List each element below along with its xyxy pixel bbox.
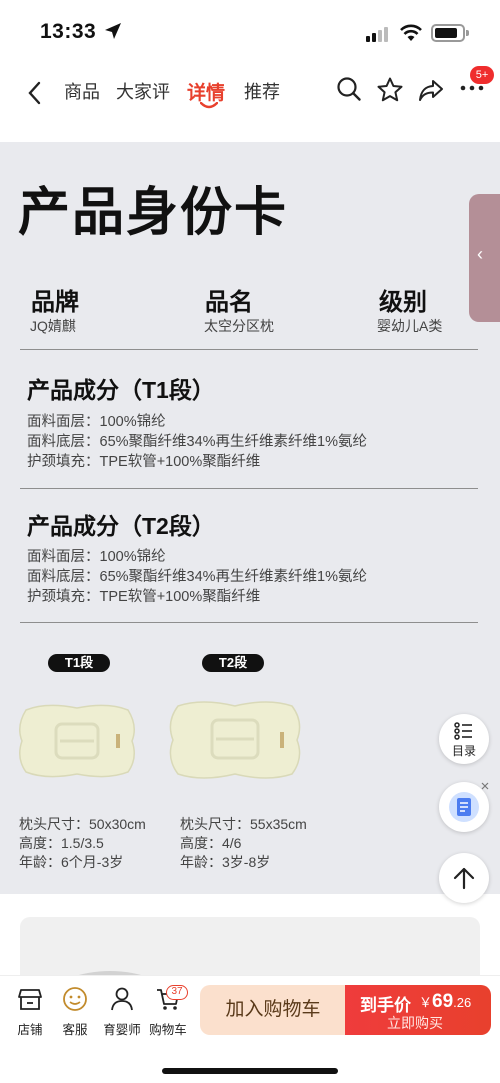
store-icon	[18, 989, 42, 1010]
cart-label: 购物车	[149, 1023, 187, 1037]
buy-now-label: 立即购买	[387, 1015, 443, 1031]
section-t2-title: 产品成分（T2段）	[27, 513, 215, 539]
tab-goods[interactable]: 商品	[64, 78, 100, 104]
location-arrow-icon	[105, 23, 121, 39]
tab-reviews[interactable]: 大家评	[116, 78, 170, 104]
divider	[20, 349, 478, 350]
section-t1-line: 面料底层：65%聚酯纤维34%再生纤维素纤维1%氨纶	[27, 434, 367, 450]
nanny-button[interactable]: 育婴师	[100, 986, 144, 1038]
chevron-left-icon: ‹	[477, 244, 483, 264]
customer-service-label: 客服	[62, 1023, 88, 1037]
pillow-t2-image	[169, 701, 301, 779]
segment-t1-pill: T1段	[48, 654, 110, 672]
bottom-action-bar: 店铺 客服 育婴师 购物车 37 加入购物车 到手价 ￥69.26 立即购买	[0, 975, 500, 1083]
divider	[20, 488, 478, 489]
section-t1-title: 产品成分（T1段）	[27, 377, 215, 403]
section-t2-line: 面料面层：100%锦纶	[27, 549, 166, 565]
home-indicator	[162, 1068, 338, 1074]
back-to-top-button[interactable]	[439, 853, 489, 903]
field-brand-value: JQ婧麒	[30, 318, 76, 334]
active-tab-indicator-icon	[200, 102, 218, 109]
section-t1-line: 护颈填充：TPE软管+100%聚酯纤维	[27, 454, 261, 470]
more-badge: 5+	[470, 66, 494, 84]
search-icon[interactable]	[336, 76, 362, 102]
buy-now-button[interactable]: 到手价 ￥69.26 立即购买	[345, 985, 491, 1035]
field-name-head: 品名	[205, 289, 253, 316]
product-t2-size: 枕头尺寸：55x35cm	[180, 816, 307, 832]
arrow-up-icon	[453, 867, 475, 890]
person-icon	[111, 987, 133, 1011]
toc-label: 目录	[451, 744, 476, 758]
cellular-signal-icon	[366, 26, 390, 42]
assistant-button[interactable]	[439, 782, 489, 832]
product-t1-height: 高度：1.5/3.5	[19, 835, 104, 851]
side-panel-handle[interactable]: ‹	[469, 194, 500, 322]
product-id-card: 产品身份卡 品牌 JQ婧麒 品名 太空分区枕 级别 婴幼儿A类 产品成分（T1段…	[0, 142, 500, 894]
section-t2-line: 面料底层：65%聚酯纤维34%再生纤维素纤维1%氨纶	[27, 569, 367, 585]
store-button[interactable]: 店铺	[8, 986, 52, 1038]
store-label: 店铺	[17, 1023, 43, 1037]
list-icon	[454, 722, 472, 740]
section-t1-line: 面料面层：100%锦纶	[27, 414, 166, 430]
product-t2-age: 年龄：3岁-8岁	[180, 854, 271, 870]
toc-button[interactable]: 目录	[439, 714, 489, 764]
product-t1-age: 年龄：6个月-3岁	[19, 854, 124, 870]
nanny-label: 育婴师	[103, 1023, 141, 1037]
back-icon[interactable]	[26, 80, 44, 106]
more-icon[interactable]	[460, 84, 484, 92]
customer-service-icon	[63, 987, 87, 1011]
field-grade-value: 婴幼儿A类	[377, 318, 443, 334]
share-icon[interactable]	[417, 76, 445, 104]
field-brand-head: 品牌	[31, 289, 79, 316]
product-t1-size: 枕头尺寸：50x30cm	[19, 816, 146, 832]
segment-t2-pill: T2段	[202, 654, 264, 672]
final-price: ￥69.26	[419, 991, 472, 1012]
section-t2-line: 护颈填充：TPE软管+100%聚酯纤维	[27, 589, 261, 605]
divider	[20, 622, 478, 623]
customer-service-button[interactable]: 客服	[53, 986, 97, 1038]
tab-recommend[interactable]: 推荐	[244, 78, 280, 104]
status-bar: 13:33	[0, 0, 500, 62]
field-grade-head: 级别	[379, 289, 427, 316]
close-icon[interactable]	[481, 782, 489, 790]
field-name-value: 太空分区枕	[204, 318, 274, 334]
pillow-t1-image	[19, 704, 135, 778]
favorite-star-icon[interactable]	[376, 76, 404, 104]
product-t2-height: 高度：4/6	[180, 835, 242, 851]
battery-icon	[431, 24, 469, 42]
wifi-icon	[400, 24, 422, 41]
tab-details[interactable]: 详情	[187, 78, 225, 105]
status-time: 13:33	[40, 20, 97, 43]
cart-count-badge: 37	[166, 985, 188, 1000]
top-nav: 商品 大家评 详情 推荐	[0, 62, 500, 116]
document-assistant-icon	[449, 792, 479, 822]
detail-title: 产品身份卡	[18, 184, 289, 242]
add-to-cart-button[interactable]: 加入购物车	[200, 985, 346, 1035]
